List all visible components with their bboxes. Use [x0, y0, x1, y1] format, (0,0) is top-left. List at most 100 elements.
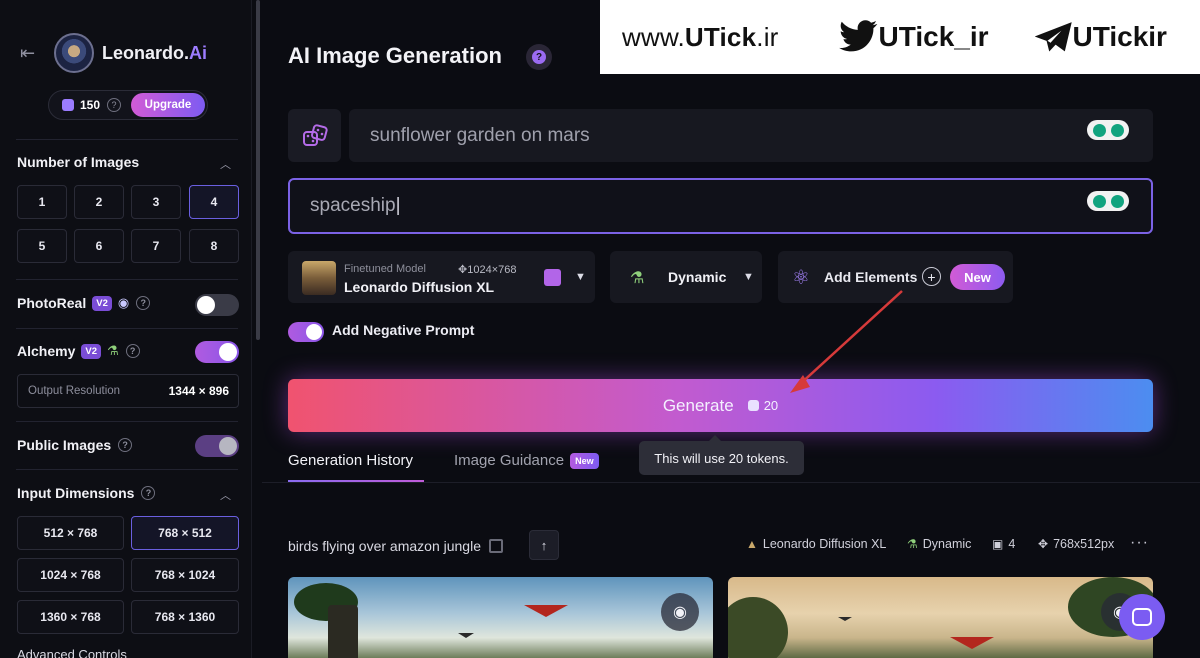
model-dimensions-value: 1024×768: [467, 264, 517, 276]
twitter-bird-icon: [838, 20, 877, 52]
tab-image-guidance-label: Image Guidance: [454, 452, 565, 469]
watermark-banner: www.UTick.ir UTick_ir UTickir: [600, 0, 1200, 74]
watermark-telegram-handle: UTickir: [1072, 21, 1167, 52]
tabs-divider: [262, 482, 1200, 483]
bird: [524, 605, 568, 617]
photoreal-help-icon[interactable]: ?: [136, 296, 151, 310]
chevron-up-icon[interactable]: ︿: [220, 487, 231, 503]
alchemy-label: Alchemy: [17, 343, 76, 359]
brand-name: Leonardo.Ai: [102, 43, 207, 64]
watermark-twitter: UTick_ir: [838, 20, 989, 54]
potion-icon: ⚗: [907, 537, 918, 551]
grammarly-icon[interactable]: [1087, 120, 1129, 140]
generated-image-1[interactable]: ◉: [288, 577, 713, 658]
history-count-value: 4: [1008, 537, 1016, 551]
tab-image-guidance[interactable]: Image Guidance New: [454, 452, 599, 469]
grammarly-icon[interactable]: [1087, 191, 1129, 211]
alchemy-help-icon[interactable]: ?: [125, 344, 140, 358]
image-count-1[interactable]: 1: [17, 185, 67, 219]
telegram-plane-icon: [1034, 22, 1072, 52]
image-count-6[interactable]: 6: [74, 229, 124, 263]
style-selector[interactable]: ⚗ Dynamic ▼: [610, 251, 762, 303]
title-help-button[interactable]: ?: [526, 44, 552, 70]
history-prompt: birds flying over amazon jungle: [288, 538, 503, 554]
alchemy-toggle[interactable]: [195, 341, 239, 363]
photoreal-toggle[interactable]: [195, 294, 239, 316]
watermark-telegram: UTickir: [1034, 21, 1167, 53]
text-cursor: |: [395, 195, 401, 216]
token-help-icon[interactable]: ?: [107, 98, 122, 112]
image-count-7[interactable]: 7: [131, 229, 181, 263]
history-size-value: 768x512px: [1053, 537, 1115, 551]
bulb-icon: [1092, 123, 1106, 137]
image-count-3[interactable]: 3: [131, 185, 181, 219]
add-elements-button[interactable]: ⚛ Add Elements + New: [778, 251, 1013, 303]
move-icon: ✥: [1038, 537, 1049, 551]
notes-icon[interactable]: [544, 269, 561, 286]
image-count-4[interactable]: 4: [189, 185, 239, 219]
reuse-prompt-button[interactable]: ↑: [529, 530, 559, 560]
bird: [950, 637, 994, 649]
image-count-5[interactable]: 5: [17, 229, 67, 263]
image-count-8[interactable]: 8: [189, 229, 239, 263]
main-panel: AI Image Generation ? sunflower garden o…: [262, 0, 1200, 658]
watermark-site-suffix: .ir: [756, 21, 779, 52]
model-icon: ▲: [746, 537, 758, 551]
potion-icon: ⚗: [106, 343, 119, 358]
bird: [458, 633, 474, 638]
history-model-name: Leonardo Diffusion XL: [762, 537, 887, 551]
upgrade-button[interactable]: Upgrade: [131, 93, 205, 117]
generated-image-2[interactable]: ◉: [728, 577, 1153, 658]
photoreal-row: PhotoReal V2 ◉ ?: [17, 295, 151, 311]
copy-icon[interactable]: [489, 539, 503, 553]
atom-icon: ⚛: [792, 267, 810, 289]
public-images-help-icon[interactable]: ?: [118, 438, 133, 452]
support-chat-button[interactable]: [1119, 594, 1165, 640]
public-images-toggle[interactable]: [195, 435, 239, 457]
watermark-twitter-handle: UTick_ir: [878, 21, 989, 52]
dimension-768x1024[interactable]: 768 × 1024: [131, 558, 239, 592]
random-prompt-button[interactable]: [288, 109, 341, 162]
logo-avatar: [54, 33, 94, 73]
caret-down-icon: ▼: [743, 271, 754, 283]
token-coin-icon: [747, 400, 759, 411]
bird: [838, 617, 852, 621]
photoreal-label: PhotoReal: [17, 295, 87, 311]
eye-icon[interactable]: ◉: [661, 593, 699, 631]
generate-label: Generate: [662, 395, 734, 415]
tab-generation-history[interactable]: Generation History: [288, 452, 413, 469]
negative-prompt-toggle[interactable]: [288, 322, 324, 342]
collapse-sidebar-icon[interactable]: ⇤: [20, 43, 46, 64]
dimension-768x512[interactable]: 768 × 512: [131, 516, 239, 550]
negative-prompt-text: spaceship: [310, 195, 396, 216]
history-prompt-text: birds flying over amazon jungle: [288, 538, 481, 554]
page-title: AI Image Generation: [288, 43, 502, 68]
chat-icon: [1132, 608, 1152, 626]
potion-icon: ⚗: [630, 270, 645, 287]
style-label: Dynamic: [668, 269, 727, 285]
dimension-768x1360[interactable]: 768 × 1360: [131, 600, 239, 634]
generate-cost: 20: [747, 398, 778, 413]
input-dimensions-help-icon[interactable]: ?: [141, 486, 156, 500]
negative-prompt-input[interactable]: spaceship |: [288, 178, 1153, 234]
palm-tree: [728, 597, 788, 658]
prompt-input[interactable]: sunflower garden on mars: [349, 109, 1153, 162]
history-model: ▲ Leonardo Diffusion XL: [746, 537, 886, 551]
chevron-up-icon[interactable]: ︿: [220, 156, 231, 172]
advanced-controls[interactable]: Advanced Controls: [17, 647, 127, 658]
history-style: ⚗ Dynamic: [907, 537, 971, 551]
dimension-1024x768[interactable]: 1024 × 768: [17, 558, 124, 592]
model-selector[interactable]: Finetuned Model ✥1024×768 Leonardo Diffu…: [288, 251, 595, 303]
history-count: ▣ 4: [992, 537, 1015, 551]
photoreal-version-badge: V2: [92, 295, 112, 311]
divider: [16, 469, 238, 470]
more-options-icon[interactable]: ···: [1130, 534, 1149, 552]
generate-button[interactable]: Generate 20: [288, 379, 1153, 432]
token-cost-tooltip: This will use 20 tokens.: [639, 435, 804, 475]
image-count-2[interactable]: 2: [74, 185, 124, 219]
dimension-1360x768[interactable]: 1360 × 768: [17, 600, 124, 634]
sidebar-scrollbar[interactable]: [256, 0, 260, 340]
grammarly-logo-icon: [1110, 194, 1124, 208]
dimension-512x768[interactable]: 512 × 768: [17, 516, 124, 550]
history-style-name: Dynamic: [922, 537, 972, 551]
